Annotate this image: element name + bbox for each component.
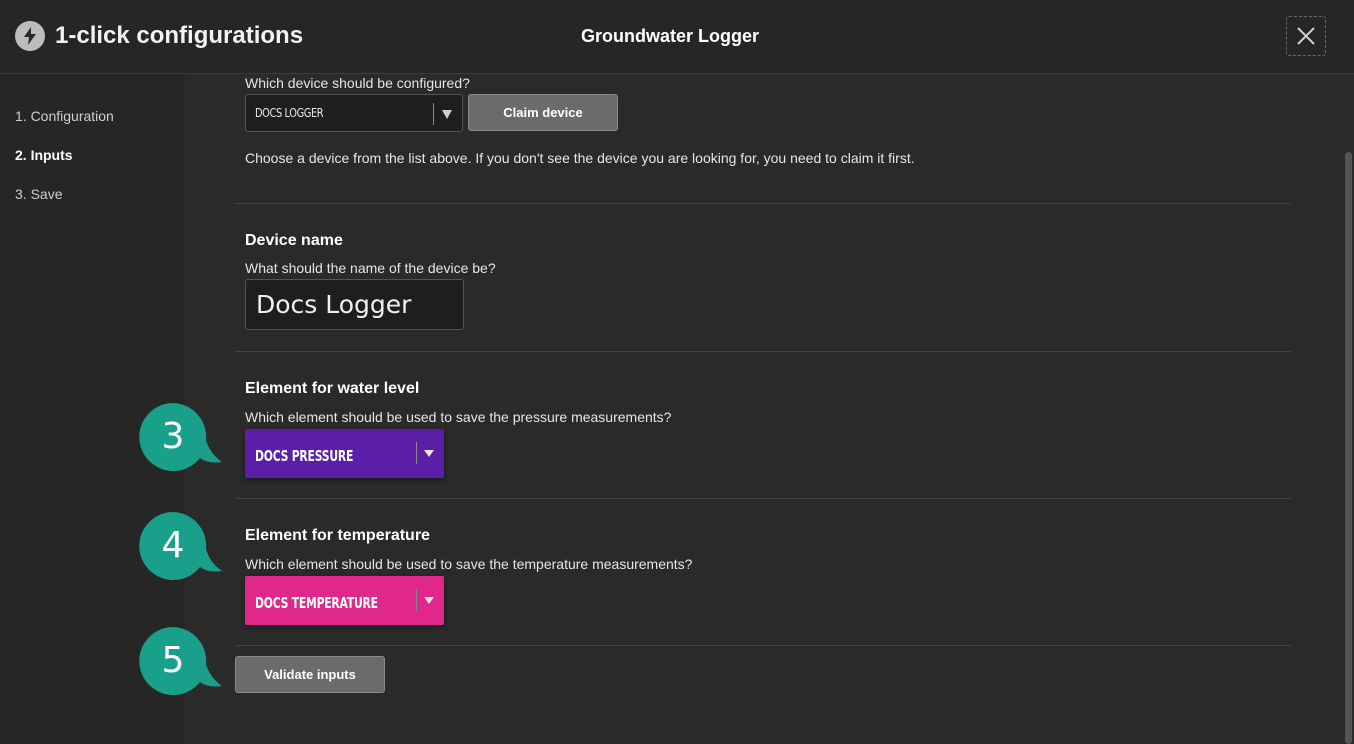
step-save[interactable]: 3. Save — [15, 186, 62, 202]
select-separator — [433, 103, 434, 125]
water-level-heading: Element for water level — [245, 380, 420, 397]
device-name-heading: Device name — [245, 232, 343, 249]
device-name-question: What should the name of the device be? — [245, 260, 496, 276]
divider — [235, 203, 1291, 204]
chevron-down-icon — [424, 597, 434, 604]
temperature-heading: Element for temperature — [245, 527, 430, 544]
chevron-down-icon — [442, 110, 452, 119]
close-icon — [1297, 27, 1315, 45]
close-button[interactable] — [1286, 16, 1326, 56]
callout-number-5: 5 — [161, 640, 185, 681]
divider — [235, 645, 1291, 646]
device-question: Which device should be configured? — [245, 75, 470, 91]
step-inputs[interactable]: 2. Inputs — [15, 147, 73, 163]
temperature-select-value: DOCS TEMPERATURE — [255, 594, 378, 612]
select-separator — [416, 442, 417, 464]
callout-number-4: 4 — [161, 525, 185, 566]
device-help-text: Choose a device from the list above. If … — [245, 150, 915, 166]
water-level-select-value: DOCS PRESSURE — [255, 447, 354, 465]
device-select-value: DOCS LOGGER — [255, 106, 324, 120]
select-separator — [416, 589, 417, 611]
claim-device-button[interactable]: Claim device — [468, 94, 618, 131]
device-select[interactable]: DOCS LOGGER — [245, 94, 463, 132]
temperature-question: Which element should be used to save the… — [245, 556, 693, 572]
top-bar: 1-click configurations Groundwater Logge… — [0, 0, 1354, 74]
water-level-select[interactable]: DOCS PRESSURE — [245, 429, 444, 478]
chevron-down-icon — [424, 450, 434, 457]
divider — [235, 351, 1291, 352]
page-title: Groundwater Logger — [580, 26, 759, 46]
validate-inputs-button[interactable]: Validate inputs — [235, 656, 385, 693]
temperature-select[interactable]: DOCS TEMPERATURE — [245, 576, 444, 625]
device-name-input[interactable] — [245, 279, 464, 330]
water-level-question: Which element should be used to save the… — [245, 409, 672, 425]
step-configuration[interactable]: 1. Configuration — [15, 108, 114, 124]
callout-number-3: 3 — [161, 416, 185, 457]
divider — [235, 498, 1291, 499]
scrollbar-thumb[interactable] — [1345, 152, 1352, 744]
